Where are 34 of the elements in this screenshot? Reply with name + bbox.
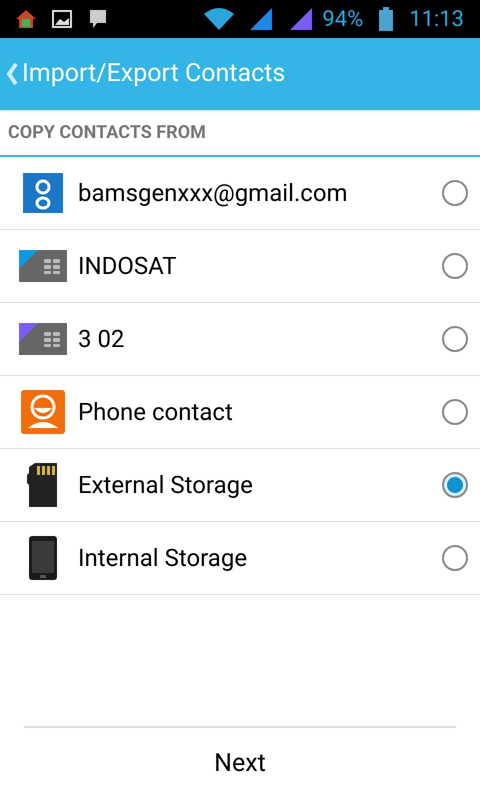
source-label: Internal Storage xyxy=(78,543,248,574)
radio-button[interactable] xyxy=(442,326,468,352)
source-item[interactable]: bamsgenxxx@gmail.com xyxy=(0,157,480,230)
source-label: 3 02 xyxy=(78,324,126,355)
source-item[interactable]: INDOSAT xyxy=(0,230,480,303)
source-label: bamsgenxxx@gmail.com xyxy=(78,178,349,209)
source-label: Phone contact xyxy=(78,397,234,428)
back-icon[interactable] xyxy=(6,63,18,85)
radio-button[interactable] xyxy=(442,399,468,425)
section-header: COPY CONTACTS FROM xyxy=(8,121,206,145)
source-label: INDOSAT xyxy=(78,251,178,282)
battery-percent: 94% xyxy=(322,6,364,34)
source-item[interactable]: External Storage xyxy=(0,449,480,522)
source-item[interactable]: 3 02 xyxy=(0,303,480,376)
source-item[interactable]: Phone contact xyxy=(0,376,480,449)
home-icon xyxy=(16,10,36,28)
person-icon xyxy=(21,390,65,434)
sd-card-icon xyxy=(27,463,59,507)
radio-button[interactable] xyxy=(442,545,468,571)
source-label: External Storage xyxy=(78,470,254,501)
radio-button[interactable] xyxy=(442,180,468,206)
source-item[interactable]: Internal Storage xyxy=(0,522,480,595)
wifi-icon xyxy=(204,8,234,30)
signal-icon xyxy=(290,8,314,30)
screen-title: Import/Export Contacts xyxy=(22,58,286,90)
signal-icon xyxy=(250,8,274,30)
clock: 11:13 xyxy=(409,6,464,34)
radio-button[interactable] xyxy=(442,253,468,279)
next-button[interactable]: Next xyxy=(0,728,480,800)
chat-icon xyxy=(88,9,108,29)
phone-icon xyxy=(29,536,57,580)
battery-icon xyxy=(379,7,394,31)
image-icon xyxy=(52,10,72,28)
radio-button[interactable] xyxy=(442,472,468,498)
